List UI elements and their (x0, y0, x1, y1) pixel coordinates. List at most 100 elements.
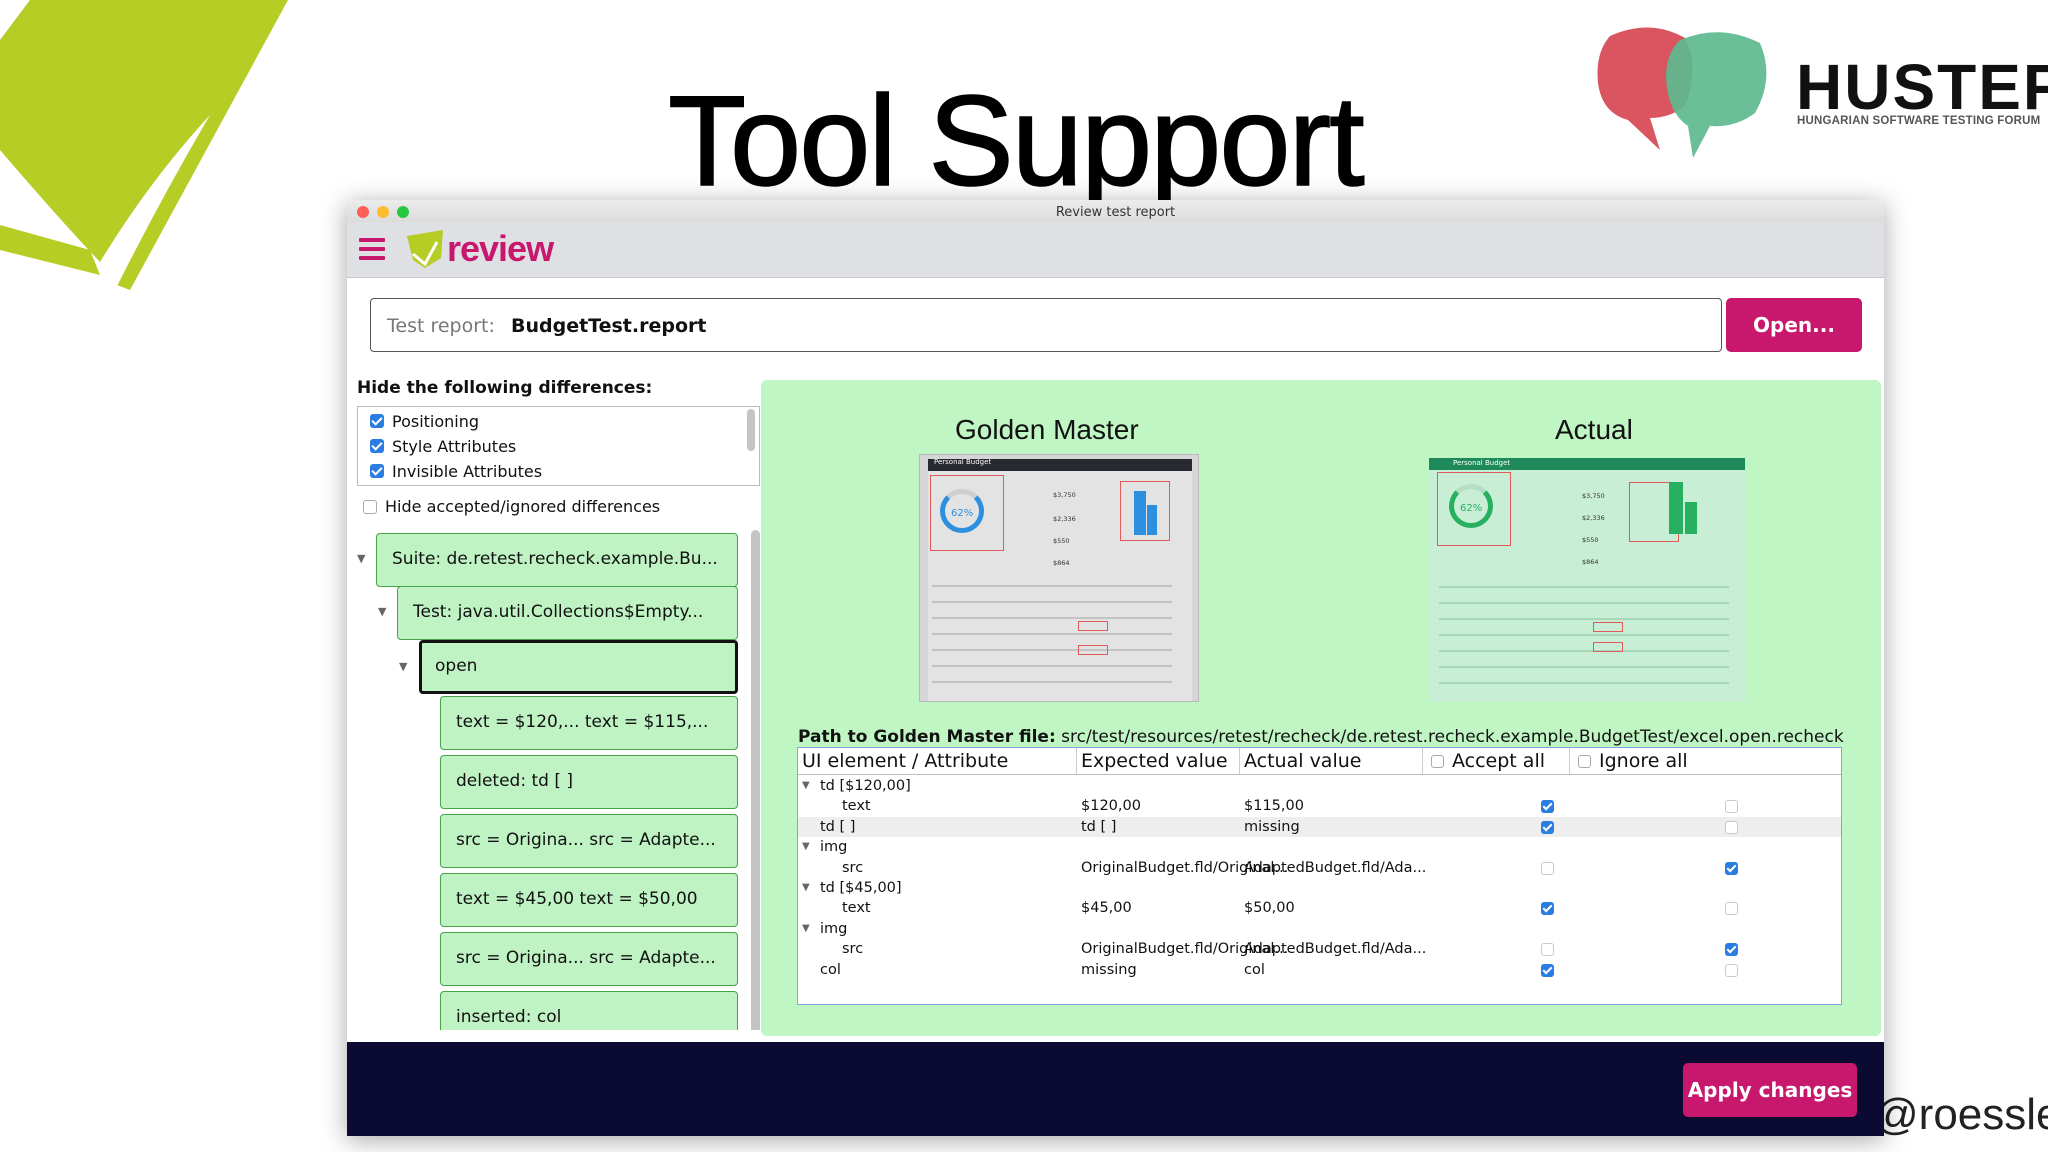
cell-element: td [$45,00] (820, 880, 902, 896)
expand-arrow-icon[interactable]: ▼ (802, 923, 810, 934)
ignore-checkbox[interactable] (1725, 800, 1738, 814)
table-row[interactable]: td [ ] td [ ] missing (798, 816, 1841, 837)
checkbox-icon[interactable] (1578, 755, 1591, 768)
cell-element: td [$120,00] (820, 778, 911, 794)
actual-title: Actual (1555, 414, 1633, 445)
cell-expected: $120,00 (1081, 798, 1141, 815)
cell-element: text (842, 900, 871, 917)
open-button[interactable]: Open... (1726, 298, 1862, 352)
tree-node-diff[interactable]: src = Origina... src = Adapte... (440, 932, 738, 986)
cell-expected: $45,00 (1081, 900, 1132, 917)
test-report-field[interactable]: Test report: BudgetTest.report (370, 298, 1722, 352)
expand-arrow-icon[interactable]: ▼ (802, 841, 810, 852)
checkmark-logo-icon (0, 0, 288, 300)
cell-actual: AdaptedBudget.fld/Ada... (1244, 859, 1427, 876)
tree-node-step[interactable]: open (419, 640, 738, 694)
tree-node-diff[interactable]: deleted: td [ ] (440, 755, 738, 809)
accept-checkbox[interactable] (1541, 943, 1554, 957)
footer-bar: Apply changes (347, 1042, 1884, 1136)
column-header-ignore-all[interactable]: Ignore all (1570, 748, 1841, 774)
title-bar: Review test report (347, 200, 1884, 222)
expand-arrow-icon[interactable]: ▼ (802, 882, 810, 893)
filter-scrollbar[interactable] (747, 409, 755, 451)
column-header-accept-all[interactable]: Accept all (1423, 748, 1570, 774)
accept-checkbox[interactable] (1541, 902, 1554, 916)
cell-expected: td [ ] (1081, 818, 1117, 835)
review-logo-text: review (447, 228, 554, 269)
table-row[interactable]: text $45,00 $50,00 (798, 898, 1841, 918)
column-header-expected[interactable]: Expected value (1077, 748, 1240, 774)
column-header-element[interactable]: UI element / Attribute (798, 748, 1077, 774)
cell-actual: $115,00 (1244, 798, 1304, 815)
golden-master-screenshot: Personal Budget 62% $3,750 $2,336 $550 $… (919, 454, 1199, 702)
ignore-checkbox[interactable] (1725, 820, 1738, 834)
tree-node-suite[interactable]: Suite: de.retest.recheck.example.Bu... (376, 533, 738, 587)
hide-accepted-checkbox[interactable]: Hide accepted/ignored differences (363, 497, 660, 516)
golden-master-title: Golden Master (955, 414, 1139, 445)
column-header-actual[interactable]: Actual value (1240, 748, 1423, 774)
brand-subtitle: HUNGARIAN SOFTWARE TESTING FORUM (1797, 115, 2041, 127)
checkbox-icon[interactable] (1431, 755, 1444, 768)
actual-screenshot: Personal Budget 62% $3,750 $2,336 $550 $… (1429, 458, 1745, 702)
ignore-checkbox[interactable] (1725, 902, 1738, 916)
cell-expected: missing (1081, 961, 1137, 978)
difference-tree: ▼ Suite: de.retest.recheck.example.Bu...… (355, 530, 767, 1030)
tree-node-test[interactable]: Test: java.util.Collections$Empty... (397, 586, 738, 640)
ignore-checkbox[interactable] (1725, 861, 1738, 875)
window-title: Review test report (1055, 205, 1176, 220)
checkbox-icon[interactable] (370, 414, 384, 428)
slide-title: Tool Support (667, 70, 1365, 213)
accept-checkbox[interactable] (1541, 820, 1554, 834)
cell-element: img (820, 920, 848, 937)
ignore-checkbox[interactable] (1725, 943, 1738, 957)
tree-scrollbar[interactable] (751, 530, 760, 1030)
ignore-checkbox[interactable] (1725, 963, 1738, 977)
expand-arrow-icon[interactable]: ▼ (399, 660, 407, 673)
difference-table: UI element / Attribute Expected value Ac… (797, 747, 1842, 1005)
test-report-value: BudgetTest.report (511, 315, 707, 337)
table-row[interactable]: text $120,00 $115,00 (798, 796, 1841, 816)
test-report-label: Test report: (387, 315, 495, 337)
cell-element: src (842, 859, 864, 876)
filter-positioning[interactable]: Positioning (370, 410, 479, 432)
expand-arrow-icon[interactable]: ▼ (357, 552, 365, 565)
filter-style-attributes[interactable]: Style Attributes (370, 435, 516, 457)
cell-element: img (820, 839, 848, 856)
hamburger-menu-icon[interactable] (359, 238, 385, 262)
tree-node-diff[interactable]: src = Origina... src = Adapte... (440, 814, 738, 868)
tree-node-diff[interactable]: text = $45,00 text = $50,00 (440, 873, 738, 927)
expand-arrow-icon[interactable]: ▼ (378, 605, 386, 618)
apply-changes-button[interactable]: Apply changes (1683, 1063, 1857, 1117)
brand-name: HUSTEF (1796, 51, 2048, 123)
accept-checkbox[interactable] (1541, 861, 1554, 875)
toolbar: review (347, 222, 1884, 278)
accept-checkbox[interactable] (1541, 800, 1554, 814)
accept-checkbox[interactable] (1541, 963, 1554, 977)
twitter-handle: @roesslerj (1874, 1090, 2048, 1139)
checkbox-icon[interactable] (370, 464, 384, 478)
cell-element: col (820, 961, 841, 978)
tree-node-diff[interactable]: text = $120,... text = $115,... (440, 696, 738, 750)
difference-filter-list: Positioning Style Attributes Invisible A… (357, 406, 760, 486)
cell-actual: AdaptedBudget.fld/Ada... (1244, 941, 1427, 958)
golden-master-path: Path to Golden Master file: src/test/res… (798, 727, 1844, 747)
table-row[interactable]: col missing col (798, 960, 1841, 980)
hide-differences-heading: Hide the following differences: (357, 378, 653, 398)
cell-element: text (842, 798, 871, 815)
table-row[interactable]: ▼ img (798, 919, 1841, 939)
cell-actual: missing (1244, 818, 1300, 835)
filter-invisible-attributes[interactable]: Invisible Attributes (370, 460, 542, 482)
tree-node-diff[interactable]: inserted: col (440, 991, 738, 1030)
checkbox-icon[interactable] (363, 499, 377, 514)
expand-arrow-icon[interactable]: ▼ (802, 780, 810, 791)
checkbox-icon[interactable] (370, 439, 384, 453)
cell-element: src (842, 941, 864, 958)
table-row[interactable]: src OriginalBudget.fld/Original... Adapted… (798, 939, 1841, 959)
cell-actual: $50,00 (1244, 900, 1295, 917)
table-row[interactable]: src OriginalBudget.fld/Original... Adapted… (798, 858, 1841, 878)
table-row[interactable]: ▼ td [$120,00] (798, 776, 1841, 796)
cell-actual: col (1244, 961, 1265, 978)
table-row[interactable]: ▼ td [$45,00] (798, 878, 1841, 898)
slide: Tool Support HUSTEF HUNGARIAN SOFTWARE T… (0, 0, 2048, 1152)
table-row[interactable]: ▼ img (798, 837, 1841, 857)
